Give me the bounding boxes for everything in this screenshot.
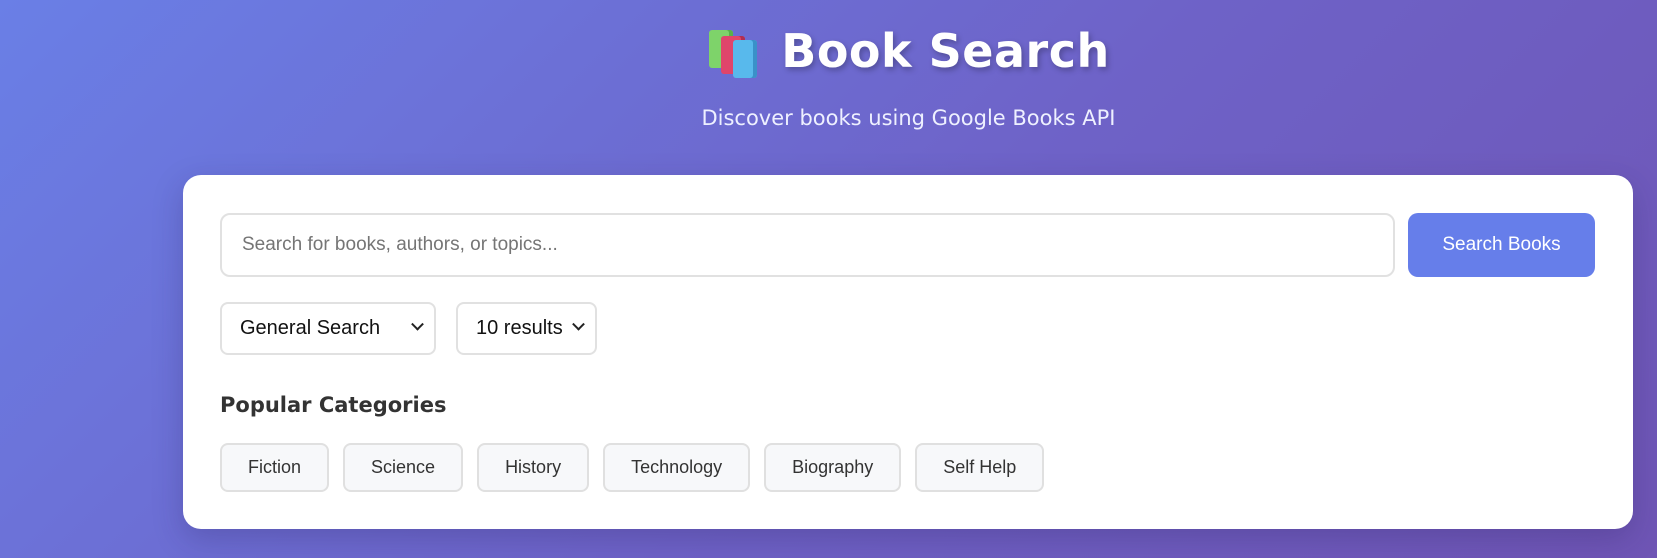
books-icon [707, 26, 761, 78]
category-fiction-button[interactable]: Fiction [220, 443, 330, 492]
search-input[interactable] [220, 213, 1395, 277]
category-technology-button[interactable]: Technology [603, 443, 751, 492]
results-count-select[interactable]: 10 results [456, 302, 597, 355]
categories-heading: Popular Categories [220, 393, 447, 417]
search-button[interactable]: Search Books [1408, 213, 1595, 277]
page-title: Book Search [781, 24, 1110, 78]
chevron-down-icon [572, 317, 585, 331]
category-list: Fiction Science History Technology Biogr… [220, 443, 1045, 492]
category-science-button[interactable]: Science [343, 443, 464, 492]
search-type-value: General Search [240, 317, 381, 339]
search-card: Search Books General Search 10 results P… [183, 175, 1633, 529]
search-type-select[interactable]: General Search [220, 302, 436, 355]
results-count-value: 10 results [476, 317, 563, 339]
chevron-down-icon [411, 317, 424, 331]
category-history-button[interactable]: History [477, 443, 590, 492]
page-subtitle: Discover books using Google Books API [701, 106, 1116, 130]
category-biography-button[interactable]: Biography [764, 443, 902, 492]
category-self-help-button[interactable]: Self Help [915, 443, 1045, 492]
header: Book Search [0, 24, 1657, 78]
